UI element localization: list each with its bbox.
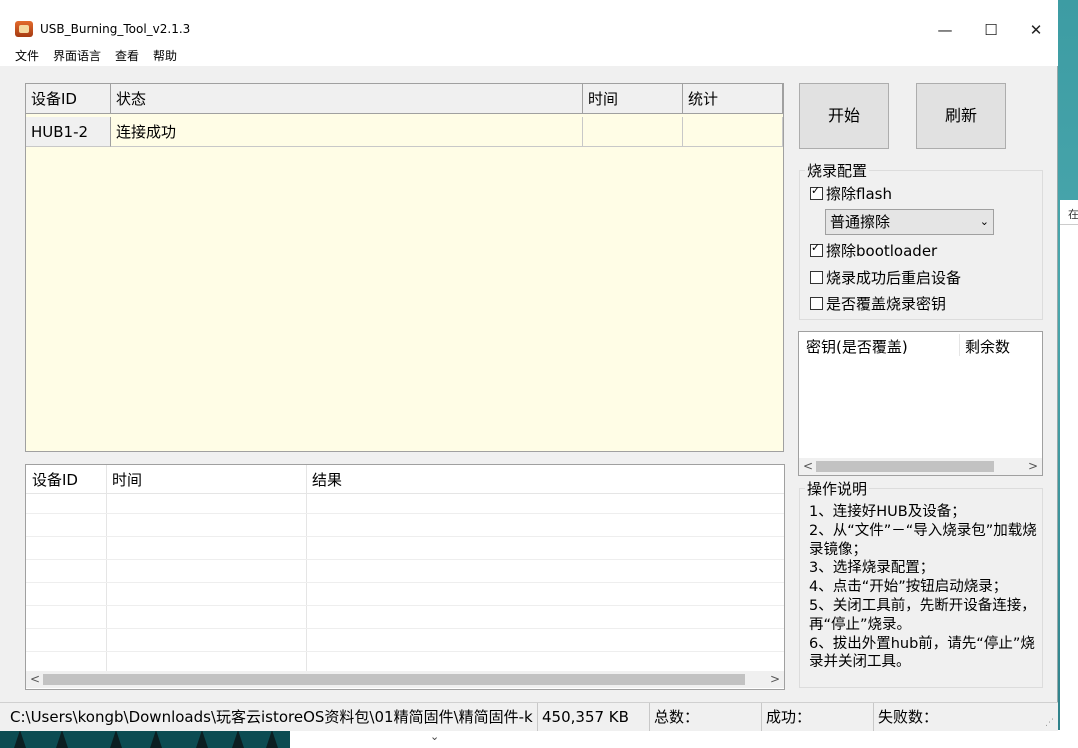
background-window-divider bbox=[1060, 224, 1078, 225]
erase-flash-checkbox[interactable]: 擦除flash bbox=[810, 183, 892, 204]
instruction-line: 1、连接好HUB及设备； bbox=[809, 504, 966, 520]
window-title: USB_Burning_Tool_v2.1.3 bbox=[40, 22, 191, 36]
chevron-down-icon: ⌄ bbox=[430, 730, 440, 743]
log-row-line bbox=[26, 605, 784, 606]
device-stat-cell[interactable] bbox=[683, 117, 783, 147]
start-button[interactable]: 开始 bbox=[799, 83, 889, 149]
log-column-divider bbox=[306, 465, 307, 671]
instructions-title: 操作说明 bbox=[805, 478, 870, 499]
key-table[interactable]: 密钥(是否覆盖) 剩余数 < > bbox=[798, 331, 1043, 476]
overwrite-key-checkbox[interactable]: 是否覆盖烧录密钥 bbox=[810, 293, 946, 314]
app-icon bbox=[15, 21, 33, 37]
instruction-line: 4、点击“开始”按钮启动烧录； bbox=[809, 579, 1008, 596]
tree-silhouette bbox=[196, 730, 208, 748]
log-header-time[interactable]: 时间 bbox=[112, 469, 142, 490]
log-table-header: 设备ID 时间 结果 bbox=[26, 465, 784, 494]
log-column-divider bbox=[106, 465, 107, 671]
status-fail: 失败数： bbox=[878, 708, 939, 726]
minimize-button[interactable]: — bbox=[922, 16, 968, 44]
instruction-line: 6、拔出外置hub前，请先“停止”烧录并关闭工具。 bbox=[809, 635, 1035, 671]
column-header-stat[interactable]: 统计 bbox=[683, 84, 783, 114]
tree-silhouette bbox=[14, 730, 26, 748]
tree-silhouette bbox=[150, 730, 162, 748]
device-table[interactable]: 设备ID 状态 时间 统计 HUB1-2 连接成功 bbox=[25, 83, 784, 452]
chevron-down-icon[interactable]: ⌄ bbox=[980, 210, 989, 234]
key-horizontal-scrollbar[interactable]: < > bbox=[799, 458, 1042, 475]
log-horizontal-scrollbar[interactable]: < > bbox=[26, 671, 784, 688]
column-header-time[interactable]: 时间 bbox=[583, 84, 683, 114]
key-header-key[interactable]: 密钥(是否覆盖) bbox=[806, 336, 908, 357]
background-window-bottom bbox=[290, 730, 1078, 748]
log-row-line bbox=[26, 513, 784, 514]
menu-view[interactable]: 查看 bbox=[115, 47, 139, 64]
maximize-button[interactable]: ☐ bbox=[968, 16, 1014, 44]
menu-help[interactable]: 帮助 bbox=[153, 47, 177, 64]
scroll-right-icon[interactable]: > bbox=[1028, 458, 1038, 475]
log-row-line bbox=[26, 582, 784, 583]
instruction-line: 3、选择烧录配置； bbox=[809, 560, 935, 577]
overwrite-key-label: 是否覆盖烧录密钥 bbox=[826, 295, 947, 313]
log-row-line bbox=[26, 628, 784, 629]
log-row-line bbox=[26, 559, 784, 560]
key-column-divider bbox=[959, 334, 960, 356]
status-success: 成功： bbox=[762, 703, 874, 731]
close-button[interactable]: ✕ bbox=[1013, 16, 1059, 44]
refresh-button[interactable]: 刷新 bbox=[916, 83, 1006, 149]
status-file-path: C:\Users\kongb\Downloads\玩客云istoreOS资料包\… bbox=[6, 703, 538, 731]
column-header-device-id[interactable]: 设备ID bbox=[26, 84, 111, 114]
log-row-line bbox=[26, 651, 784, 652]
scroll-left-icon[interactable]: < bbox=[803, 458, 813, 475]
erase-mode-select[interactable]: 普通擦除 ⌄ bbox=[825, 209, 994, 235]
erase-flash-label: 擦除flash bbox=[826, 185, 892, 203]
tree-silhouette bbox=[110, 730, 122, 748]
background-window-text: 在 bbox=[1068, 208, 1078, 221]
status-bar: C:\Users\kongb\Downloads\玩客云istoreOS资料包\… bbox=[0, 702, 1058, 731]
menu-language[interactable]: 界面语言 bbox=[53, 47, 101, 64]
log-table[interactable]: 设备ID 时间 结果 < > bbox=[25, 464, 785, 690]
instruction-line: 5、关闭工具前，先断开设备连接，再“停止”烧录。 bbox=[809, 597, 1036, 633]
column-header-status[interactable]: 状态 bbox=[111, 84, 583, 114]
key-header-remaining[interactable]: 剩余数 bbox=[965, 336, 1010, 357]
log-row-line bbox=[26, 536, 784, 537]
resize-grip-icon[interactable]: ⋰ bbox=[1045, 718, 1054, 728]
instructions-text: 1、连接好HUB及设备； 2、从“文件”－“导入烧录包”加载烧录镜像； 3、选择… bbox=[809, 503, 1041, 672]
tree-silhouette bbox=[266, 730, 278, 748]
reboot-after-checkbox[interactable]: 烧录成功后重启设备 bbox=[810, 267, 961, 288]
scrollbar-thumb[interactable] bbox=[43, 674, 745, 685]
scroll-right-icon[interactable]: > bbox=[770, 671, 780, 688]
reboot-after-label: 烧录成功后重启设备 bbox=[826, 269, 962, 287]
log-header-result[interactable]: 结果 bbox=[312, 469, 342, 490]
scrollbar-thumb[interactable] bbox=[816, 461, 994, 472]
menu-file[interactable]: 文件 bbox=[15, 47, 39, 64]
menu-bar: 文件 界面语言 查看 帮助 bbox=[0, 46, 1058, 66]
log-header-device-id[interactable]: 设备ID bbox=[32, 469, 78, 490]
device-id-cell[interactable]: HUB1-2 bbox=[26, 117, 111, 147]
erase-bootloader-checkbox[interactable]: 擦除bootloader bbox=[810, 240, 937, 261]
checkbox-unchecked-icon[interactable] bbox=[810, 271, 823, 284]
tree-silhouette bbox=[56, 730, 68, 748]
checkbox-checked-icon[interactable] bbox=[810, 184, 823, 200]
device-status-cell[interactable]: 连接成功 bbox=[111, 117, 583, 147]
app-window: USB_Burning_Tool_v2.1.3 — ☐ ✕ 文件 界面语言 查看… bbox=[0, 0, 1058, 731]
checkbox-checked-icon[interactable] bbox=[810, 241, 823, 257]
erase-bootloader-label: 擦除bootloader bbox=[826, 242, 938, 260]
background-window: 在 bbox=[1060, 200, 1078, 740]
tree-silhouette bbox=[232, 730, 244, 748]
title-bar: USB_Burning_Tool_v2.1.3 — ☐ ✕ bbox=[0, 0, 1058, 46]
status-file-size: 450,357 KB bbox=[538, 703, 650, 731]
checkbox-unchecked-icon[interactable] bbox=[810, 297, 823, 310]
status-total: 总数： bbox=[650, 703, 762, 731]
burn-config-title: 烧录配置 bbox=[805, 160, 870, 181]
scroll-left-icon[interactable]: < bbox=[30, 671, 40, 688]
device-time-cell[interactable] bbox=[583, 117, 683, 147]
instruction-line: 2、从“文件”－“导入烧录包”加载烧录镜像； bbox=[809, 522, 1037, 558]
erase-mode-value: 普通擦除 bbox=[830, 213, 891, 231]
